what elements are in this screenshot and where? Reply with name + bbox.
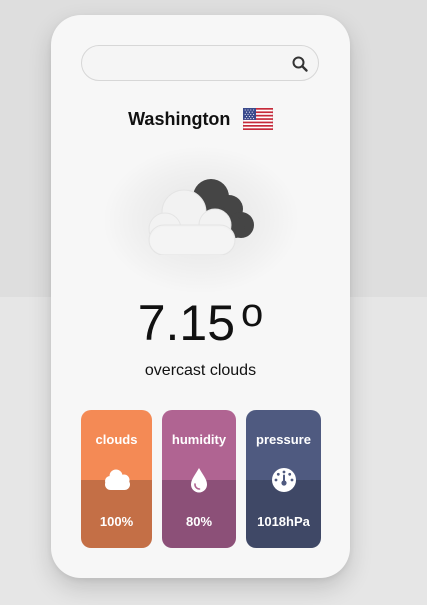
city-name: Washington (128, 108, 231, 129)
search-icon[interactable] (290, 54, 310, 74)
pressure-label: pressure (256, 432, 311, 447)
humidity-tile: humidity 80% (162, 410, 236, 548)
cloud-icon (104, 469, 130, 490)
pressure-value: 1018hPa (257, 514, 310, 529)
location-row: Washington (51, 108, 350, 132)
water-drop-icon (191, 468, 207, 493)
humidity-label: humidity (171, 432, 227, 447)
search-input[interactable] (96, 53, 290, 75)
temperature: 7.15 o (51, 291, 350, 359)
pressure-tile: pressure 1018hPa (246, 410, 321, 548)
humidity-value: 80% (185, 514, 213, 529)
weather-card: Washington 7.15 o overcast clouds clouds… (51, 15, 350, 578)
search-box (81, 45, 319, 81)
temperature-value: 7.15 (137, 295, 236, 351)
overcast-clouds-icon (148, 179, 254, 255)
clouds-value: 100% (99, 514, 134, 529)
degree-symbol: o (241, 291, 264, 335)
weather-description: overcast clouds (144, 362, 257, 379)
gauge-icon (271, 468, 296, 492)
clouds-tile: clouds 100% (81, 410, 152, 548)
clouds-label: clouds (95, 432, 138, 447)
us-flag-icon (242, 108, 273, 130)
